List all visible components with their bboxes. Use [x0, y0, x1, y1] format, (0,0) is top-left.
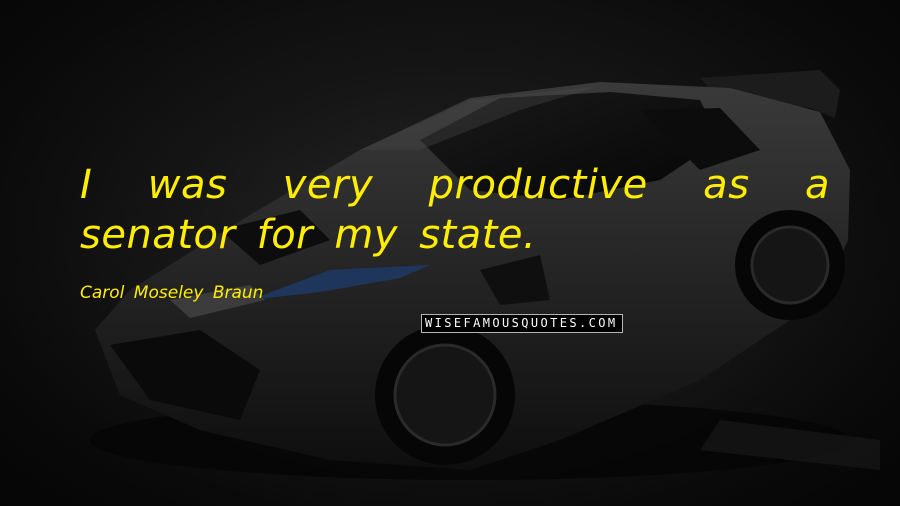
watermark-text: WISEFAMOUSQUOTES.COM: [425, 316, 618, 330]
quote-author: Carol Moseley Braun: [80, 283, 264, 303]
front-wheel-rim: [393, 343, 497, 447]
quote-text: I was very productive as a senator for m…: [80, 162, 830, 258]
quote-card: I was very productive as a senator for m…: [0, 0, 900, 506]
watermark-badge: WISEFAMOUSQUOTES.COM: [421, 314, 623, 333]
